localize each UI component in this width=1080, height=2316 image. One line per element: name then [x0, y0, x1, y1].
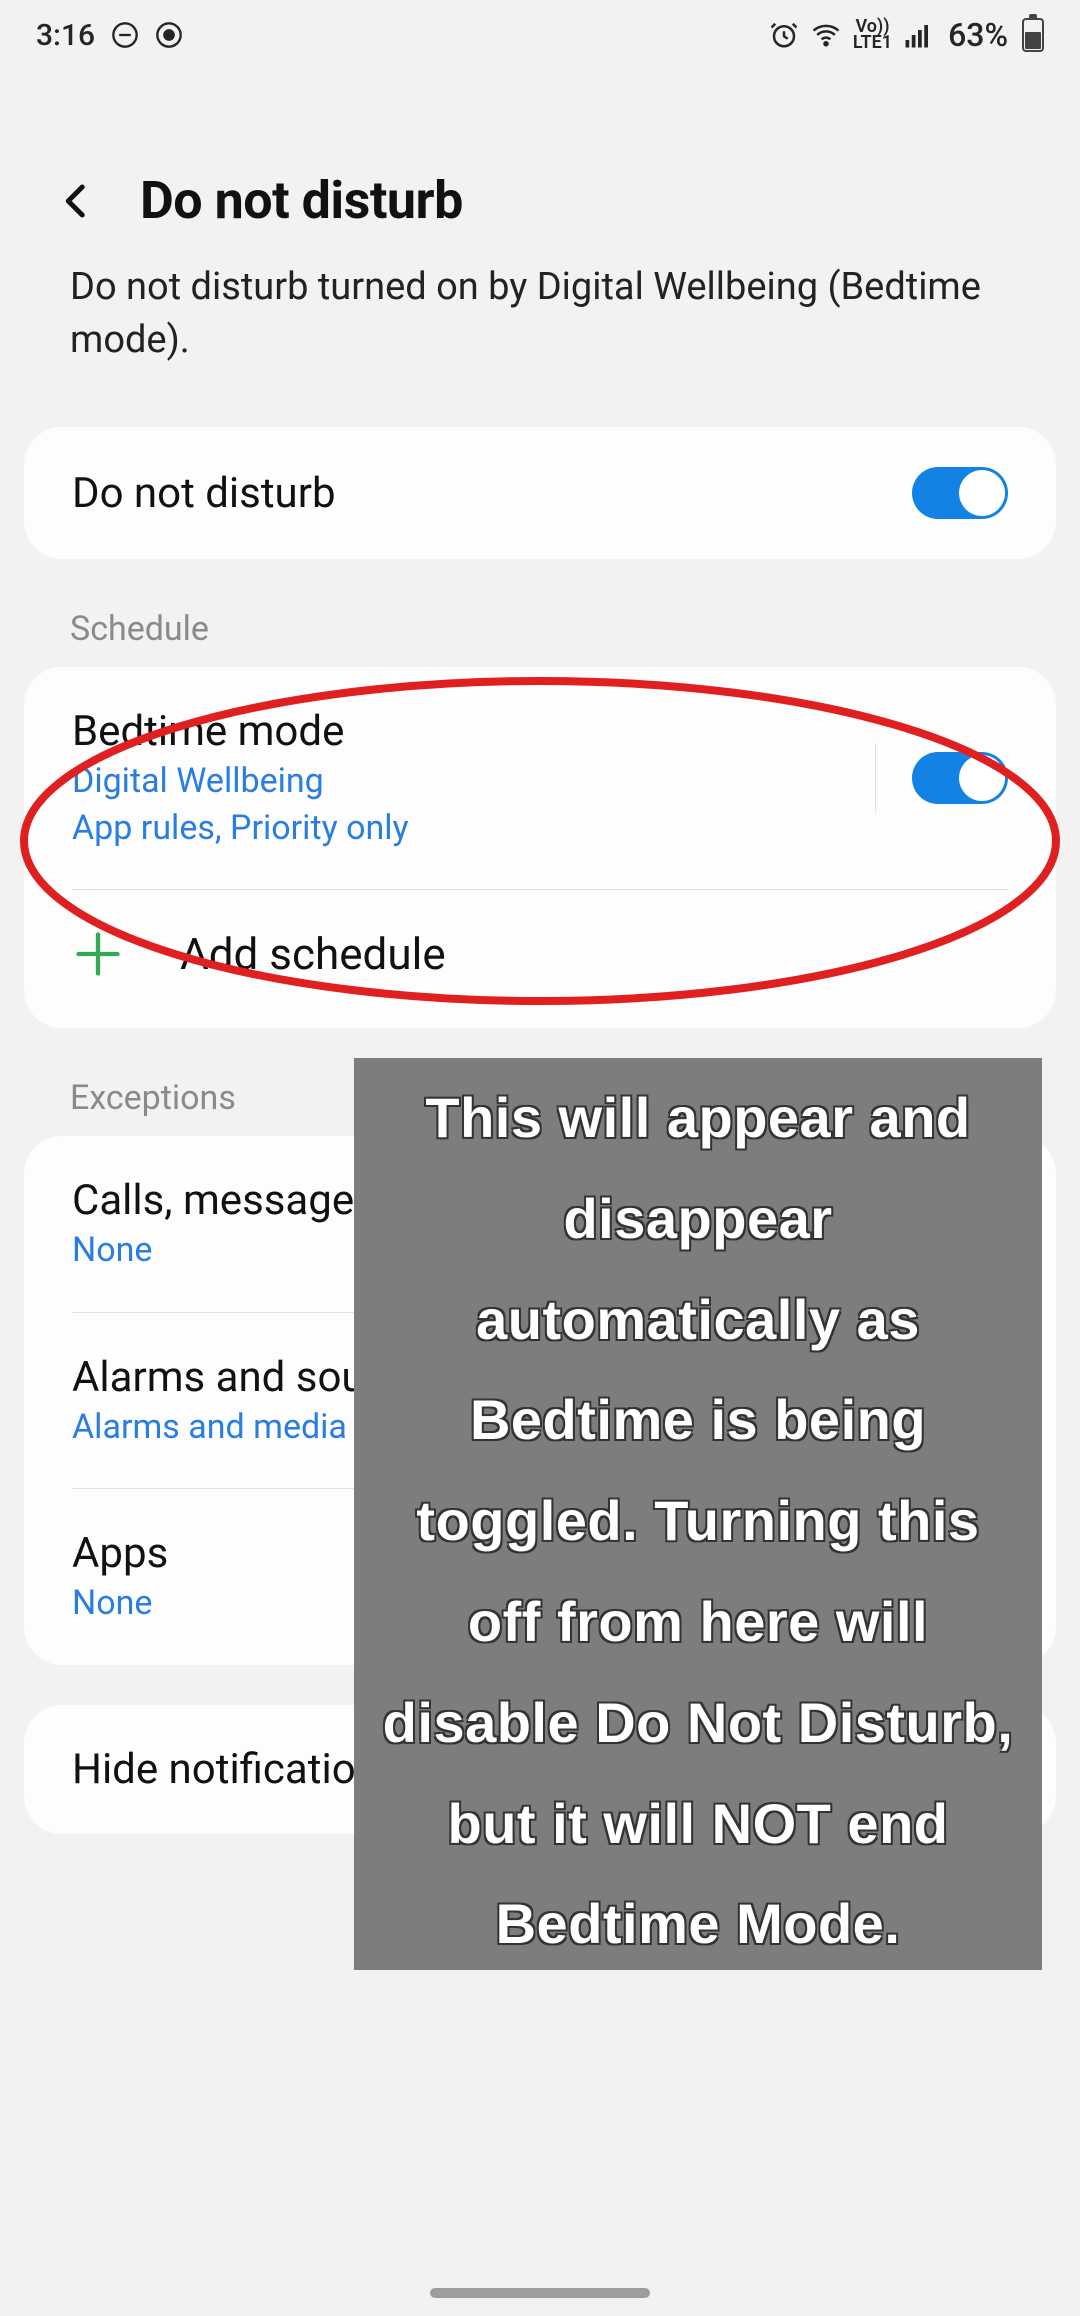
schedule-section-title: Schedule: [0, 559, 1080, 667]
bedtime-status-icon: [155, 21, 183, 49]
divider-vertical: [875, 743, 876, 813]
dnd-card: Do not disturb: [24, 427, 1056, 559]
bedtime-label: Bedtime mode: [72, 707, 839, 756]
back-icon[interactable]: [56, 172, 98, 230]
page-subtitle: Do not disturb turned on by Digital Well…: [0, 261, 1080, 427]
dnd-label: Do not disturb: [72, 469, 912, 518]
add-schedule-row[interactable]: Add schedule: [24, 890, 1056, 1028]
add-schedule-label: Add schedule: [180, 928, 446, 980]
signal-icon: [902, 20, 934, 50]
wifi-icon: [809, 20, 843, 50]
schedule-card: Bedtime mode Digital Wellbeing App rules…: [24, 667, 1056, 1028]
page-title: Do not disturb: [140, 170, 463, 231]
dnd-toggle[interactable]: [912, 467, 1008, 519]
bedtime-sub2: App rules, Priority only: [72, 807, 839, 850]
gesture-bar[interactable]: [430, 2288, 650, 2298]
alarm-icon: [769, 20, 799, 50]
volte-icon: Vo))LTE1: [853, 19, 892, 51]
plus-icon: [72, 928, 124, 980]
bedtime-toggle[interactable]: [912, 752, 1008, 804]
battery-percent: 63%: [948, 16, 1008, 54]
status-bar: 3:16 Vo))LTE1 63%: [0, 0, 1080, 70]
bedtime-sub1: Digital Wellbeing: [72, 760, 839, 803]
bedtime-row[interactable]: Bedtime mode Digital Wellbeing App rules…: [24, 667, 1056, 889]
dnd-toggle-row[interactable]: Do not disturb: [24, 427, 1056, 559]
annotation-note: This will appear and disappear automatic…: [354, 1058, 1042, 1970]
status-time: 3:16: [36, 18, 95, 53]
dnd-status-icon: [111, 21, 139, 49]
battery-icon: [1022, 18, 1044, 52]
annotation-text: This will appear and disappear automatic…: [383, 1086, 1014, 1955]
